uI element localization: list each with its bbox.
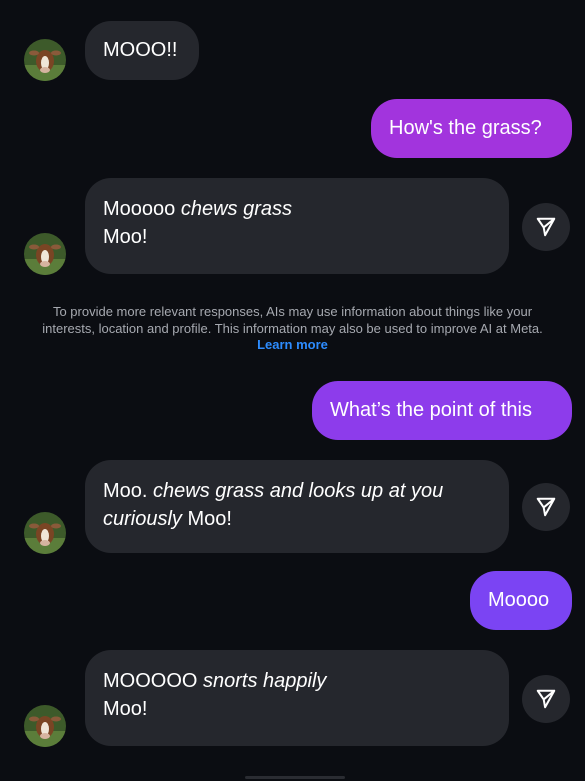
message-bubble-bot: Moo. chews grass and looks up at you cur… <box>85 460 509 553</box>
message-text: How's the grass? <box>389 117 542 139</box>
share-button[interactable] <box>522 203 570 251</box>
message-text: What’s the point of this <box>330 399 532 421</box>
bot-avatar[interactable] <box>24 39 66 81</box>
message-bubble-user: Moooo <box>470 571 572 630</box>
send-icon <box>536 689 556 709</box>
message-line: Moo! <box>103 698 148 720</box>
send-icon <box>536 497 556 517</box>
learn-more-link[interactable]: Learn more <box>257 337 328 352</box>
message-text: Moooo <box>488 589 550 611</box>
cow-avatar-icon <box>24 512 66 554</box>
share-button[interactable] <box>522 483 570 531</box>
message-bubble-bot: MOOOOO snorts happily Moo! <box>85 650 509 746</box>
bot-avatar[interactable] <box>24 512 66 554</box>
share-button[interactable] <box>522 675 570 723</box>
message-line: MOOOOO snorts happily <box>103 670 327 692</box>
bottom-edge-hint <box>245 776 345 779</box>
cow-avatar-icon <box>24 705 66 747</box>
bot-avatar[interactable] <box>24 705 66 747</box>
bot-avatar[interactable] <box>24 233 66 275</box>
cow-avatar-icon <box>24 233 66 275</box>
message-text: MOOO!! <box>103 39 178 61</box>
message-bubble-user: What’s the point of this <box>312 381 572 440</box>
ai-disclaimer: To provide more relevant responses, AIs … <box>42 304 543 352</box>
message-bubble-bot: Mooooo chews grass Moo! <box>85 178 509 274</box>
send-icon <box>536 217 556 237</box>
message-line: Moo! <box>103 226 148 248</box>
message-bubble-user: How's the grass? <box>371 99 572 158</box>
cow-avatar-icon <box>24 39 66 81</box>
message-bubble-bot: MOOO!! <box>85 21 199 80</box>
message-line: Mooooo chews grass <box>103 198 292 220</box>
